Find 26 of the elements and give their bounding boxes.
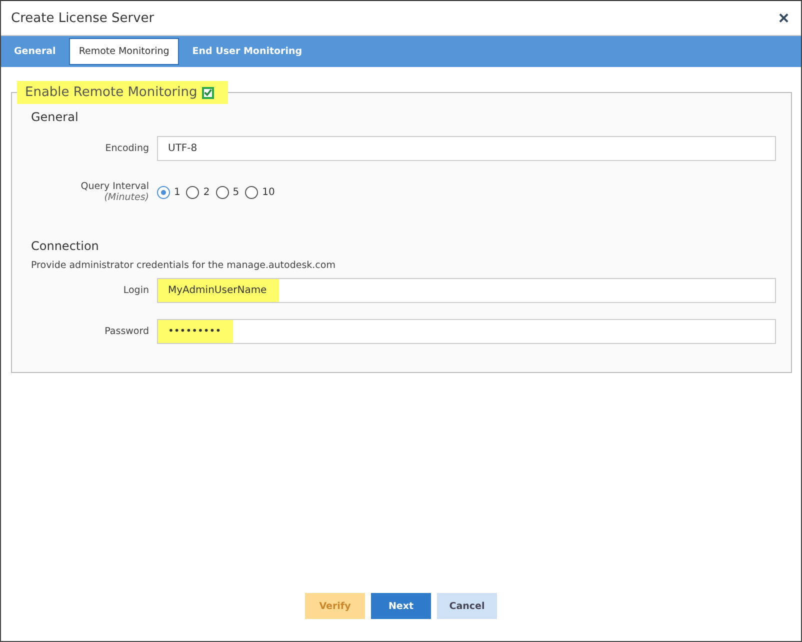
- radio-button[interactable]: [216, 186, 229, 198]
- tab[interactable]: Remote Monitoring: [68, 38, 180, 65]
- close-button[interactable]: ×: [776, 9, 791, 27]
- radio-label: 10: [262, 186, 275, 198]
- input-field[interactable]: MyAdminUserName: [157, 278, 776, 303]
- radio-button[interactable]: [157, 186, 170, 198]
- radio-button[interactable]: [245, 186, 258, 198]
- dialog-button[interactable]: Cancel: [437, 593, 497, 619]
- enable-checkbox[interactable]: [202, 86, 214, 98]
- input-field[interactable]: •••••••••: [157, 319, 776, 344]
- unit-label: (Minutes): [104, 192, 149, 203]
- field-label: Login: [122, 285, 149, 296]
- radio-label: 1: [174, 186, 180, 198]
- window-title: Create License Server: [11, 10, 154, 26]
- section-heading: Connection: [31, 239, 100, 253]
- field-label: Encoding: [104, 143, 149, 154]
- section-heading: General: [31, 110, 80, 124]
- legend-title: Enable Remote Monitoring: [25, 85, 198, 100]
- field-label: Password: [104, 326, 149, 337]
- radio-button[interactable]: [186, 186, 200, 198]
- instruction-text: Provide administrator credentials for the manage.autodesk.com: [31, 260, 336, 271]
- dialog-button[interactable]: Next: [371, 593, 431, 619]
- field-label: Query Interval: [80, 181, 149, 192]
- radio-label: 5: [232, 186, 240, 198]
- radio-label: 2: [203, 186, 210, 198]
- encoding-field[interactable]: UTF-8: [157, 136, 776, 161]
